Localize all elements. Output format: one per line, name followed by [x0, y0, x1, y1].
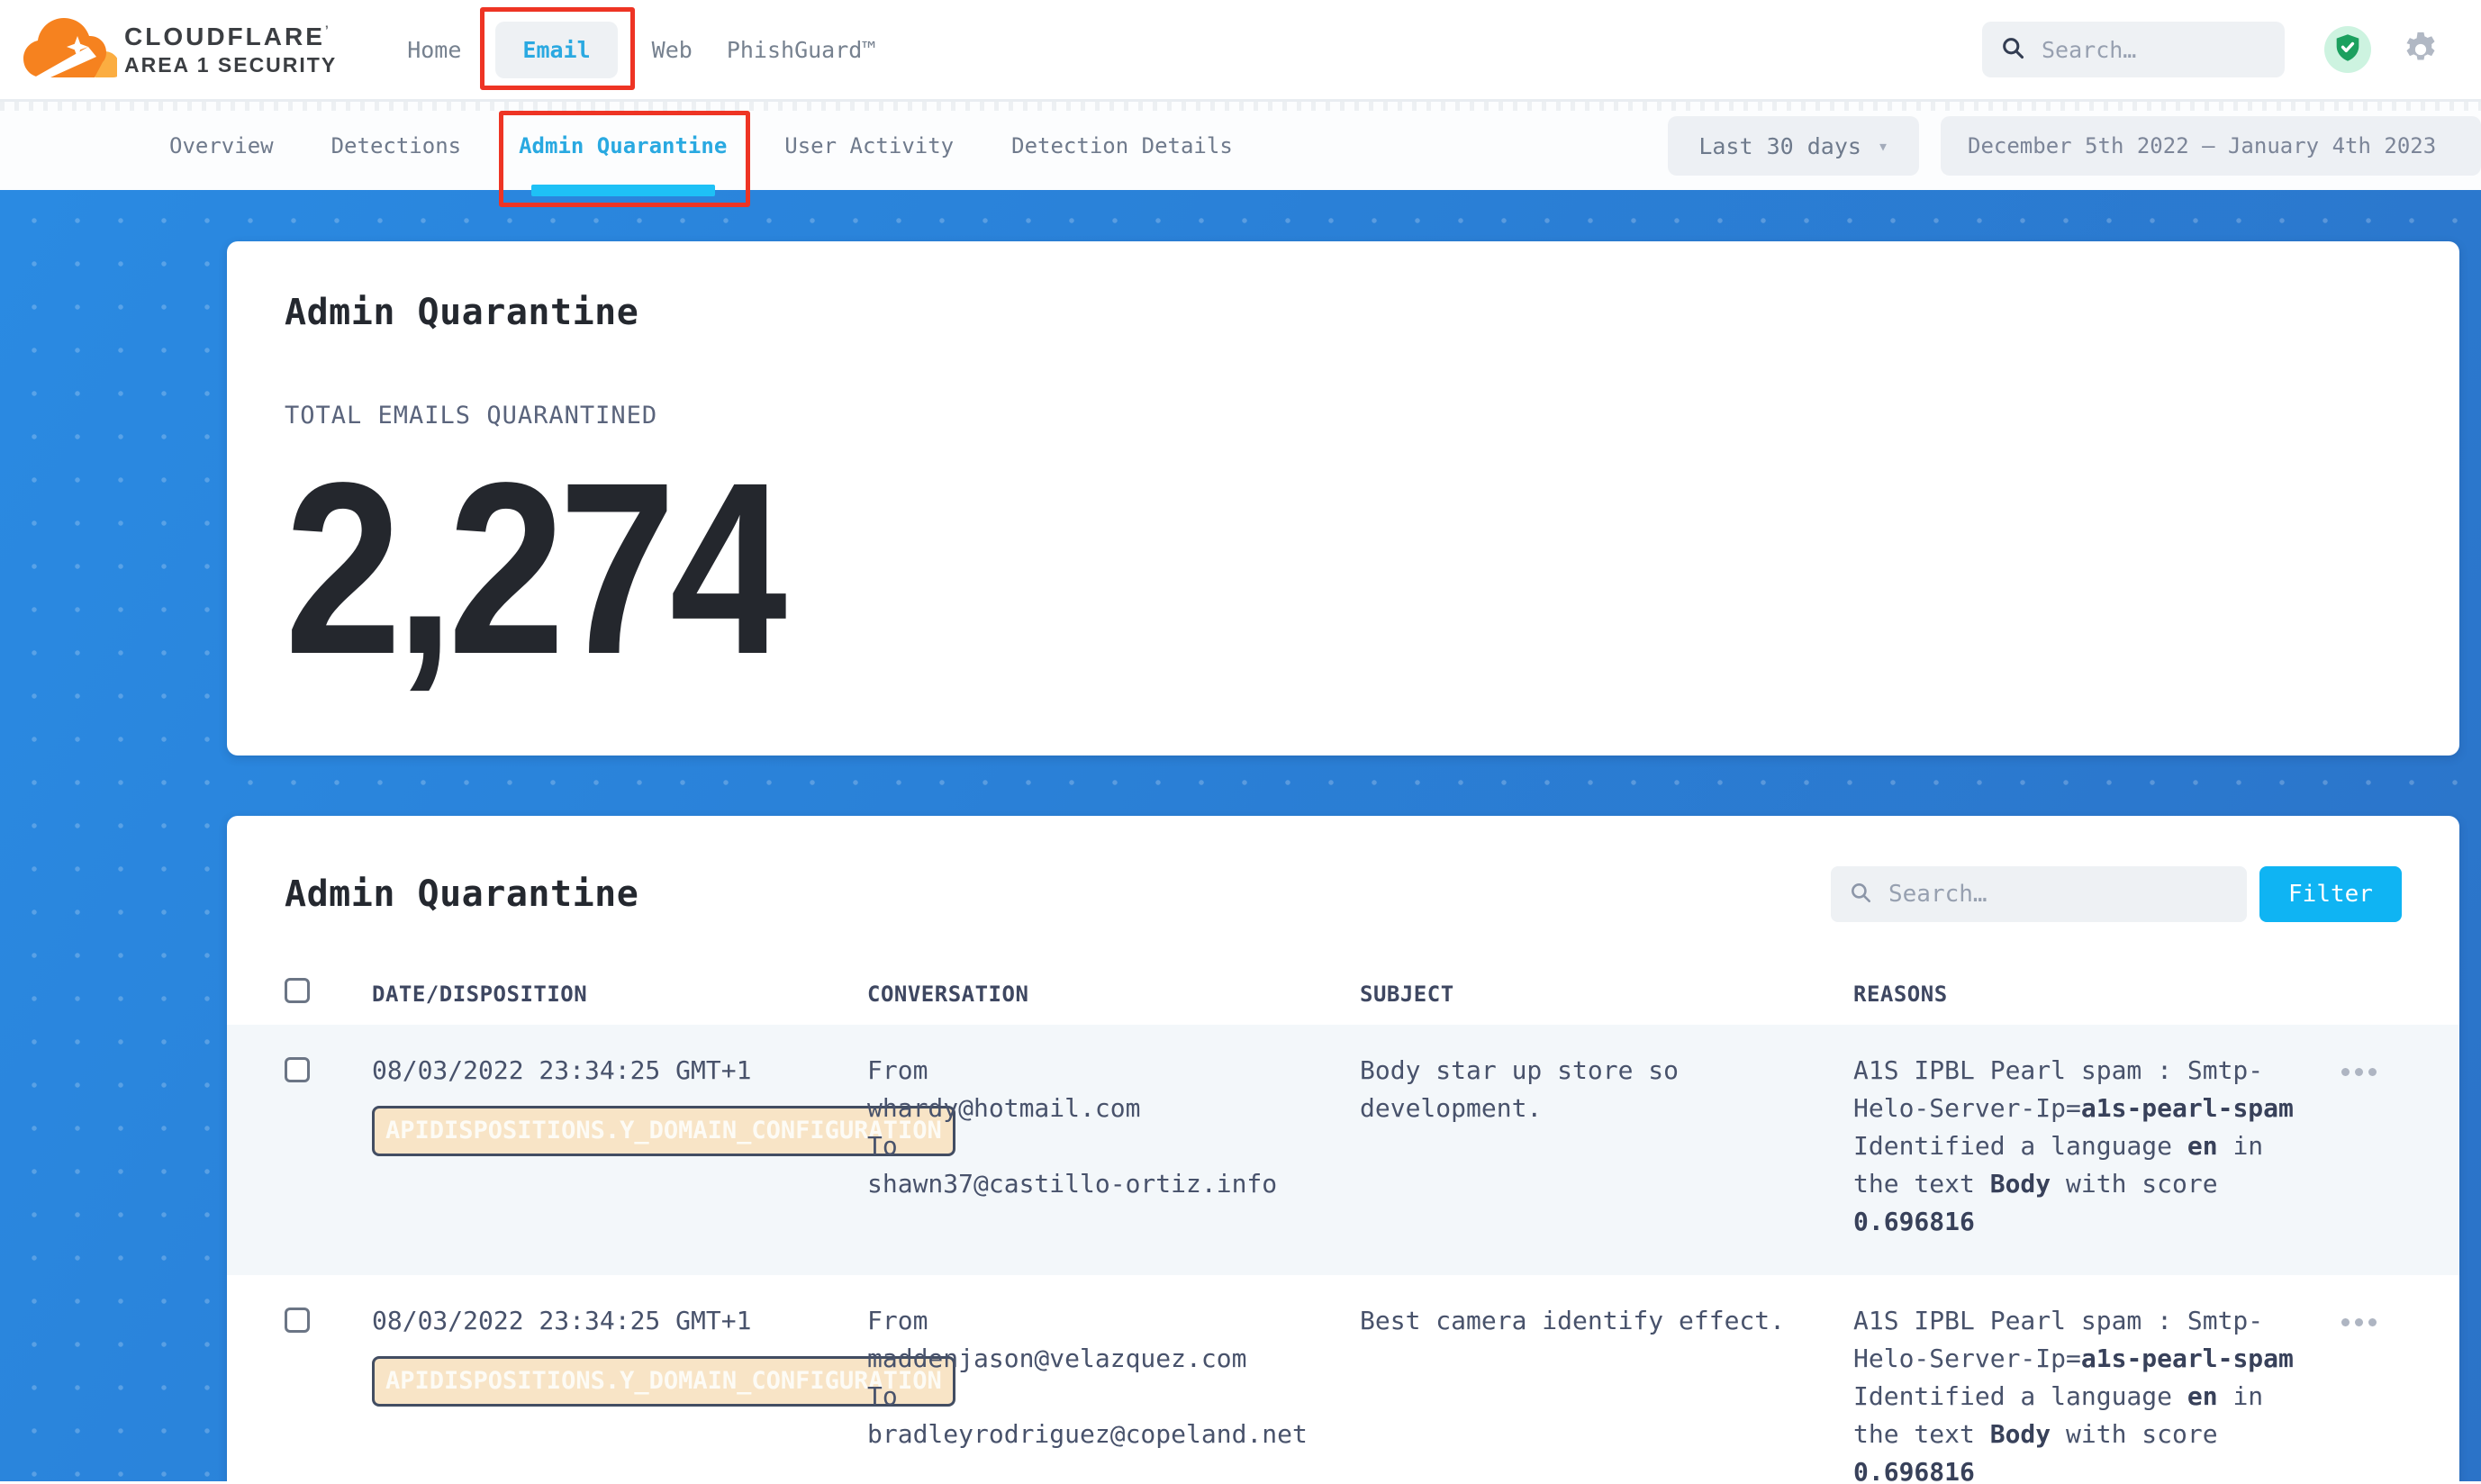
nav-item-web[interactable]: Web — [652, 37, 693, 63]
to-email: bradleyrodriguez@copeland.net — [867, 1416, 1360, 1453]
tab-detections[interactable]: Detections — [331, 102, 462, 190]
row-actions-button[interactable] — [2338, 1064, 2380, 1080]
ellipsis-icon — [2341, 1068, 2350, 1076]
conversation-cell: From whardy@hotmail.com To shawn37@casti… — [867, 1052, 1360, 1203]
top-navbar: CLOUDFLARE’ AREA 1 SECURITY Home Email W… — [0, 0, 2481, 102]
to-email: shawn37@castillo-ortiz.info — [867, 1165, 1360, 1203]
to-label: To — [867, 1127, 1360, 1165]
table-search-box — [1831, 866, 2247, 922]
page-content: Admin Quarantine TOTAL EMAILS QUARANTINE… — [0, 190, 2481, 1481]
table-header-row: DATE/DISPOSITION CONVERSATION SUBJECT RE… — [227, 922, 2459, 1025]
column-header-subject: SUBJECT — [1360, 982, 1853, 1007]
period-dropdown[interactable]: Last 30 days ▾ — [1668, 116, 1919, 176]
metric-value: 2,274 — [285, 446, 781, 691]
settings-gear-icon[interactable] — [2400, 29, 2441, 70]
filter-button[interactable]: Filter — [2259, 866, 2402, 922]
subject-cell: Best camera identify effect. — [1360, 1302, 1845, 1340]
row-date: 08/03/2022 23:34:25 GMT+1 — [372, 1302, 867, 1340]
date-disposition-cell: 08/03/2022 23:34:25 GMT+1 APIDISPOSITION… — [372, 1302, 867, 1407]
row-actions-button[interactable] — [2338, 1315, 2380, 1330]
date-disposition-cell: 08/03/2022 23:34:25 GMT+1 APIDISPOSITION… — [372, 1052, 867, 1156]
column-header-date: DATE/DISPOSITION — [372, 982, 867, 1007]
cloudflare-cloud-icon — [22, 14, 117, 85]
table-title: Admin Quarantine — [285, 873, 638, 915]
nav-item-home[interactable]: Home — [407, 37, 461, 63]
row-date: 08/03/2022 23:34:25 GMT+1 — [372, 1052, 867, 1090]
table-row[interactable]: 08/03/2022 23:34:25 GMT+1 APIDISPOSITION… — [227, 1025, 2459, 1275]
search-icon — [1849, 881, 1872, 908]
search-icon — [2000, 35, 2025, 64]
conversation-cell: From maddenjason@velazquez.com To bradle… — [867, 1302, 1360, 1453]
tab-detection-details[interactable]: Detection Details — [1011, 102, 1233, 190]
table-card-header: Admin Quarantine Filter — [227, 816, 2459, 922]
global-search-input[interactable] — [2040, 36, 2267, 64]
row-checkbox[interactable] — [285, 1308, 310, 1333]
primary-nav: Home Email Web PhishGuard™ — [407, 22, 875, 78]
row-checkbox[interactable] — [285, 1057, 310, 1082]
table-rows: 08/03/2022 23:34:25 GMT+1 APIDISPOSITION… — [227, 1025, 2459, 1481]
summary-card: Admin Quarantine TOTAL EMAILS QUARANTINE… — [227, 241, 2459, 756]
table-row[interactable]: 08/03/2022 23:34:25 GMT+1 APIDISPOSITION… — [227, 1275, 2459, 1481]
shield-check-icon — [2334, 33, 2361, 66]
to-label: To — [867, 1378, 1360, 1416]
from-email: maddenjason@velazquez.com — [867, 1340, 1360, 1378]
global-search-box — [1982, 22, 2285, 77]
nav-item-email[interactable]: Email — [495, 22, 617, 78]
brand-subtitle: AREA 1 SECURITY — [124, 54, 337, 76]
date-range-picker[interactable]: December 5th 2022 — January 4th 2023 — [1941, 116, 2481, 176]
section-tabs: Overview Detections Admin Quarantine Use… — [169, 102, 1233, 190]
subnav-right: Last 30 days ▾ December 5th 2022 — Janua… — [1668, 102, 2481, 190]
cloudflare-logo[interactable]: CLOUDFLARE’ AREA 1 SECURITY — [22, 14, 337, 85]
from-email: whardy@hotmail.com — [867, 1090, 1360, 1127]
app-screen: CLOUDFLARE’ AREA 1 SECURITY Home Email W… — [0, 0, 2481, 1484]
security-status-badge[interactable] — [2324, 26, 2371, 73]
active-tab-underline — [531, 185, 715, 196]
from-label: From — [867, 1052, 1360, 1090]
table-search-input[interactable] — [1887, 880, 2229, 909]
secondary-nav: Overview Detections Admin Quarantine Use… — [0, 102, 2481, 190]
nav-item-phishguard[interactable]: PhishGuard™ — [727, 37, 876, 63]
column-header-reasons: REASONS — [1853, 982, 2308, 1007]
chevron-down-icon: ▾ — [1878, 135, 1888, 157]
brand-name: CLOUDFLARE’ — [124, 23, 337, 50]
tab-overview[interactable]: Overview — [169, 102, 274, 190]
reasons-cell: A1S IPBL Pearl spam : Smtp-Helo-Server-I… — [1853, 1302, 2308, 1481]
subject-cell: Body star up store so development. — [1360, 1052, 1845, 1127]
reasons-cell: A1S IPBL Pearl spam : Smtp-Helo-Server-I… — [1853, 1052, 2308, 1241]
page-title: Admin Quarantine — [285, 292, 2459, 333]
brand-wordmark: CLOUDFLARE’ AREA 1 SECURITY — [124, 23, 337, 76]
navbar-right — [1982, 22, 2459, 77]
tab-user-activity[interactable]: User Activity — [784, 102, 954, 190]
select-all-checkbox[interactable] — [285, 978, 310, 1003]
ellipsis-icon — [2341, 1318, 2350, 1326]
from-label: From — [867, 1302, 1360, 1340]
tab-admin-quarantine[interactable]: Admin Quarantine — [519, 102, 727, 190]
nav-item-email-wrap: Email — [495, 22, 617, 78]
column-header-conversation: CONVERSATION — [867, 982, 1360, 1007]
metric-label: TOTAL EMAILS QUARANTINED — [285, 402, 2459, 430]
quarantine-table-card: Admin Quarantine Filter DATE/DISPOSITION… — [227, 816, 2459, 1481]
